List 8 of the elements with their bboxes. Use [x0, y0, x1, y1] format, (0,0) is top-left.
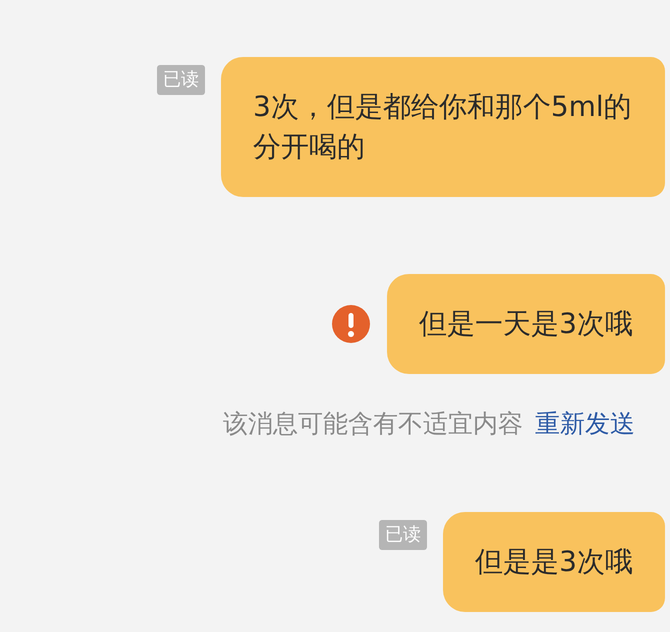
message-bubble: 但是是3次哦 — [443, 512, 665, 612]
message-bubble: 但是一天是3次哦 — [387, 274, 665, 374]
error-icon[interactable] — [331, 304, 372, 344]
resend-link[interactable]: 重新发送 — [535, 406, 635, 442]
read-receipt: 已读 — [157, 65, 205, 95]
message-bubble: 3次，但是都给你和那个5ml的分开喝的 — [221, 57, 665, 197]
notice-text: 该消息可能含有不适宜内容 — [223, 408, 523, 440]
read-receipt: 已读 — [379, 520, 428, 550]
